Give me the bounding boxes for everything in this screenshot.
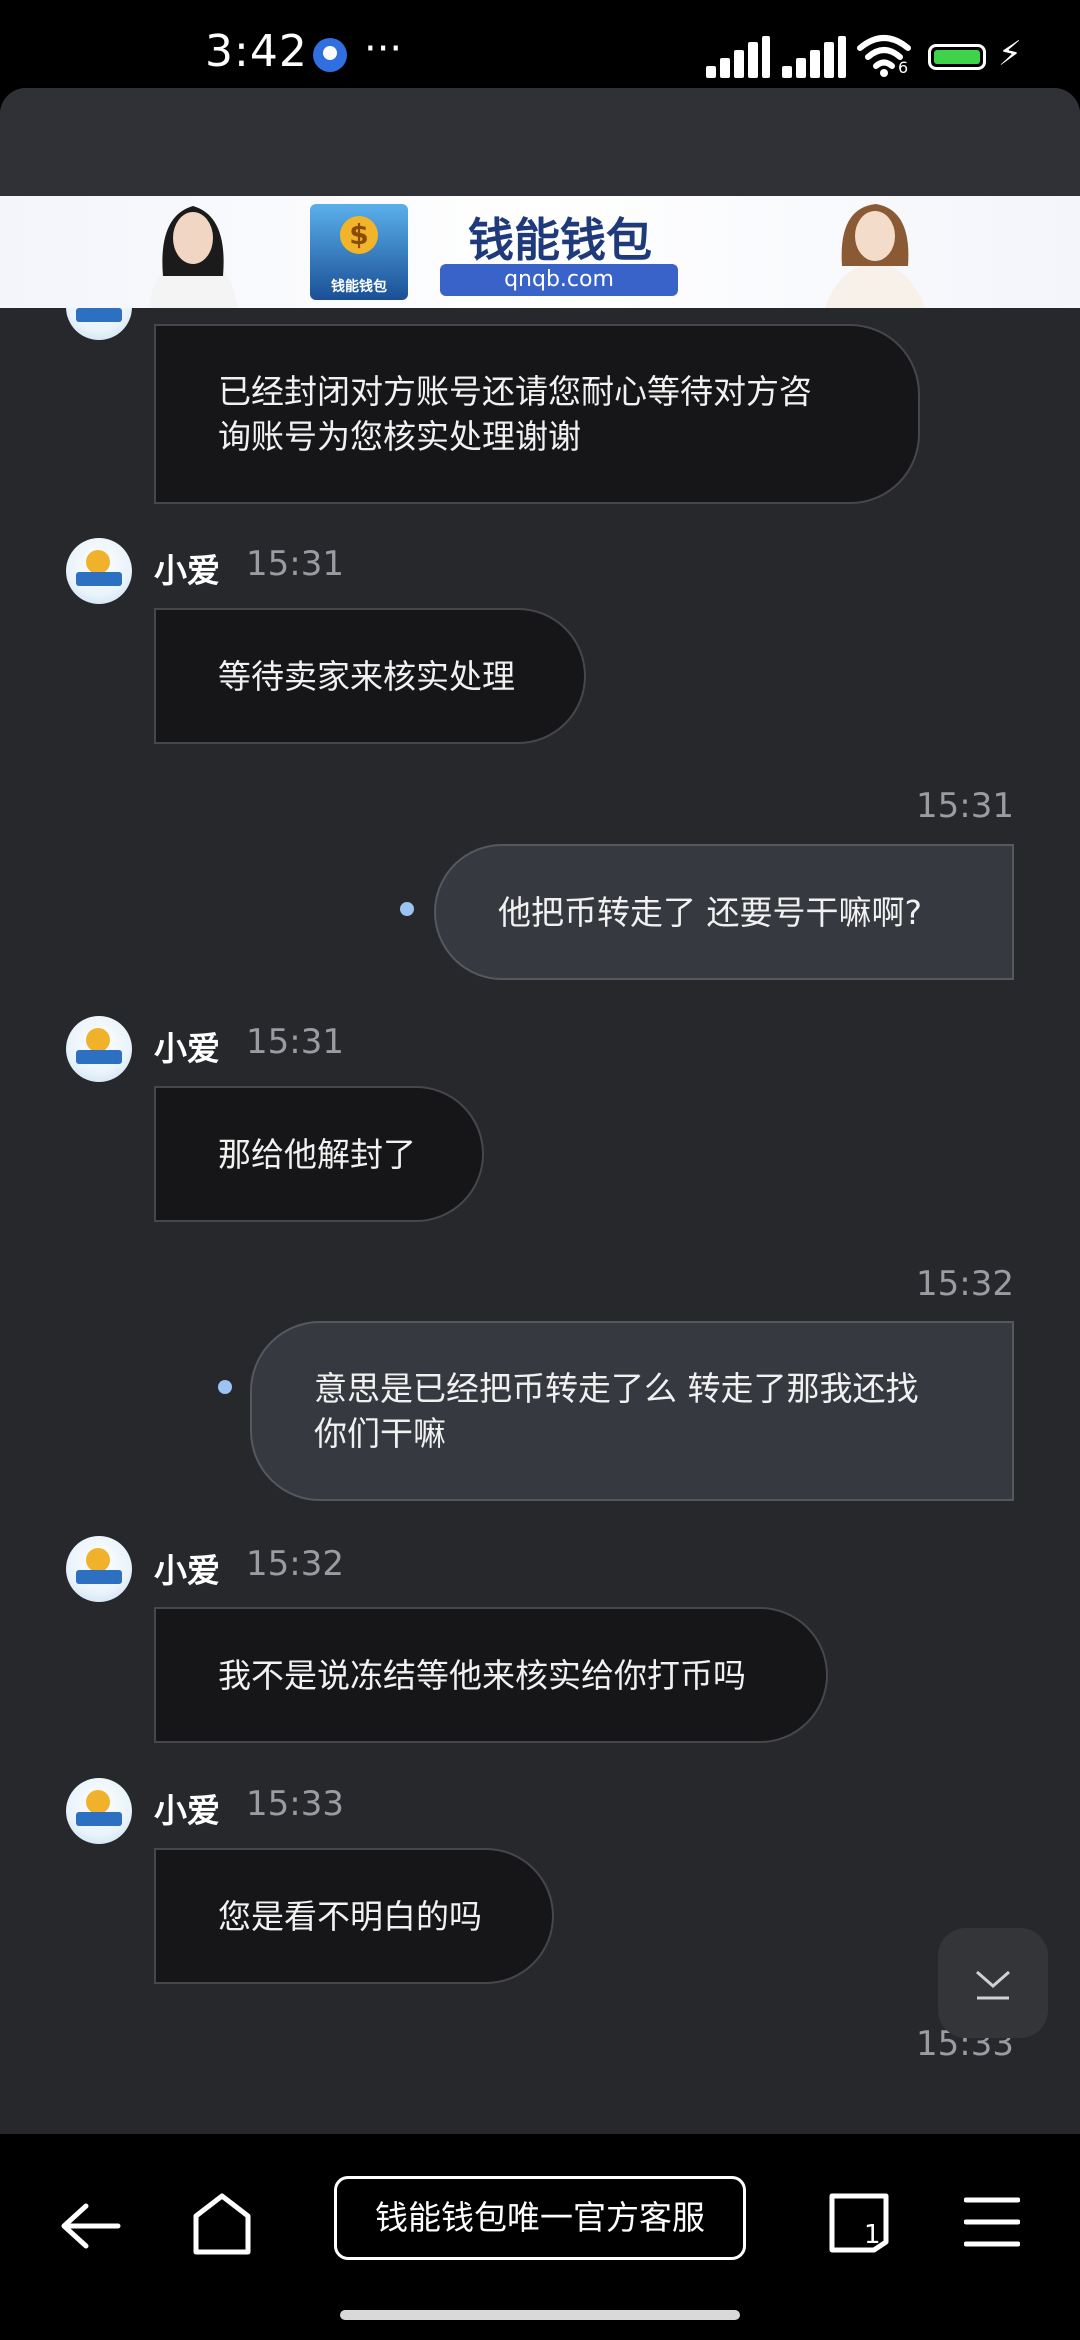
tabs-icon: [829, 2193, 889, 2253]
message-time: 15:33: [246, 1784, 344, 1824]
home-icon[interactable]: [192, 2192, 252, 2256]
sender-name: 小爱: [154, 1029, 220, 1068]
message-bubble: 您是看不明白的吗: [154, 1848, 554, 1984]
read-status-dot: [400, 902, 414, 916]
clock: 3:42: [205, 26, 308, 77]
chat-window: $ 钱能钱包 钱能钱包 qnqb.com 已经封闭对方账号还请您耐心等待对方咨 …: [0, 88, 1080, 2134]
model-photo-right: [825, 204, 925, 308]
agent-avatar[interactable]: [66, 1778, 132, 1844]
charging-icon: ⚡: [998, 34, 1022, 74]
battery-icon: [928, 44, 986, 70]
message-bubble: 等待卖家来核实处理: [154, 608, 586, 744]
message-bubble: 已经封闭对方账号还请您耐心等待对方咨 询账号为您核实处理谢谢: [154, 324, 920, 504]
ad-banner[interactable]: $ 钱能钱包 钱能钱包 qnqb.com: [0, 196, 1080, 308]
signal-2-icon: [782, 36, 848, 78]
agent-avatar[interactable]: [66, 538, 132, 604]
sender-name: 小爱: [154, 1551, 220, 1590]
sender-name: 小爱: [154, 551, 220, 590]
agent-avatar[interactable]: [66, 1536, 132, 1602]
message-bubble: 意思是已经把币转走了么 转走了那我还找 你们干嘛: [250, 1321, 1014, 1501]
message-bubble: 那给他解封了: [154, 1086, 484, 1222]
tabs-button[interactable]: 1: [828, 2192, 890, 2254]
banner-url: qnqb.com: [440, 264, 678, 296]
message-bubble: 我不是说冻结等他来核实给你打币吗: [154, 1607, 828, 1743]
message-time: 15:32: [916, 1264, 1014, 1304]
agent-avatar[interactable]: [66, 1016, 132, 1082]
scroll-to-bottom-button[interactable]: [938, 1928, 1048, 2038]
browser-bottom-bar: 钱能钱包唯一官方客服 1: [0, 2134, 1080, 2340]
message-time: 15:32: [246, 1544, 344, 1584]
message-time: 15:31: [916, 786, 1014, 826]
message-time: 15:31: [246, 1022, 344, 1062]
wifi-badge: 6: [898, 58, 909, 77]
wallet-logo: $ 钱能钱包: [310, 204, 408, 300]
app-notification-icon: [313, 38, 347, 72]
tab-count: 1: [864, 2220, 881, 2250]
official-support-button[interactable]: 钱能钱包唯一官方客服: [334, 2176, 746, 2260]
read-status-dot: [218, 1380, 232, 1394]
back-arrow-icon[interactable]: [58, 2194, 122, 2258]
banner-brand: 钱能钱包: [468, 213, 652, 267]
status-bar: 3:42 ··· 6 ⚡: [0, 0, 1080, 88]
model-photo-left: [148, 206, 238, 308]
menu-icon[interactable]: [964, 2194, 1020, 2250]
chat-header: [0, 88, 1080, 196]
more-notifications-icon: ···: [364, 26, 403, 72]
message-time: 15:31: [246, 544, 344, 584]
message-bubble: 他把币转走了 还要号干嘛啊?: [434, 844, 1014, 980]
signal-icon: [706, 36, 772, 78]
home-indicator[interactable]: [340, 2310, 740, 2320]
chevron-down-icon: [976, 1970, 1010, 2000]
sender-name: 小爱: [154, 1791, 220, 1830]
